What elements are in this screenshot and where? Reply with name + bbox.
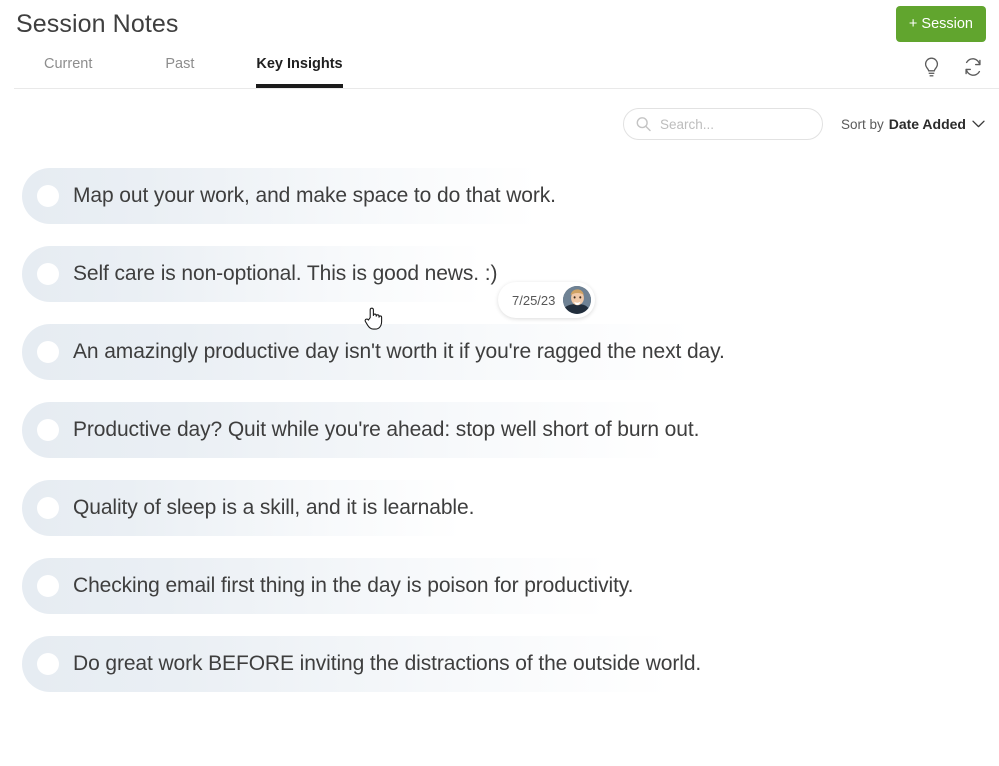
insight-text: Productive day? Quit while you're ahead:…: [73, 418, 700, 441]
list-item[interactable]: Self care is non-optional. This is good …: [0, 246, 999, 318]
insight-date: 7/25/23: [512, 292, 556, 308]
search-input[interactable]: [622, 108, 823, 140]
list-toolbar: Sort by Date Added: [622, 108, 985, 140]
insight-text: Map out your work, and make space to do …: [73, 184, 556, 207]
tab-bar: Current Past Key Insights: [14, 56, 343, 88]
header-icon-group: [919, 54, 985, 80]
insight-bullet-toggle[interactable]: [37, 653, 59, 675]
add-session-button[interactable]: + Session: [895, 6, 986, 42]
insight-bullet-toggle[interactable]: [37, 419, 59, 441]
insight-bullet-toggle[interactable]: [37, 263, 59, 285]
list-item[interactable]: An amazingly productive day isn't worth …: [0, 324, 999, 380]
insight-pill[interactable]: Self care is non-optional. This is good …: [22, 246, 524, 302]
sync-icon[interactable]: [961, 54, 985, 80]
header-divider: [14, 88, 999, 89]
insight-bullet-toggle[interactable]: [37, 341, 59, 363]
sort-by-value: Date Added: [888, 116, 966, 132]
search-field: [622, 108, 823, 140]
insight-pill[interactable]: Do great work BEFORE inviting the distra…: [22, 636, 728, 692]
insight-bullet-toggle[interactable]: [37, 497, 59, 519]
sort-by-control[interactable]: Sort by Date Added: [841, 116, 985, 132]
avatar: [563, 286, 592, 314]
key-insights-list: Map out your work, and make space to do …: [0, 168, 999, 714]
insight-bullet-toggle[interactable]: [37, 575, 59, 597]
chevron-down-icon: [972, 120, 985, 128]
list-item[interactable]: Quality of sleep is a skill, and it is l…: [0, 480, 999, 536]
page-title: Session Notes: [16, 10, 179, 38]
insight-meta-badge: 7/25/23: [498, 282, 596, 318]
tab-key-insights[interactable]: Key Insights: [256, 56, 343, 88]
tab-past[interactable]: Past: [165, 56, 194, 88]
insight-text: Checking email first thing in the day is…: [73, 574, 634, 597]
insight-text: An amazingly productive day isn't worth …: [73, 340, 725, 363]
insight-pill[interactable]: Map out your work, and make space to do …: [22, 168, 582, 224]
insight-pill[interactable]: Checking email first thing in the day is…: [22, 558, 660, 614]
list-item[interactable]: Map out your work, and make space to do …: [0, 168, 999, 224]
insight-pill[interactable]: Productive day? Quit while you're ahead:…: [22, 402, 726, 458]
insight-pill[interactable]: An amazingly productive day isn't worth …: [22, 324, 751, 380]
list-item[interactable]: Do great work BEFORE inviting the distra…: [0, 636, 999, 692]
list-item[interactable]: Productive day? Quit while you're ahead:…: [0, 402, 999, 458]
sort-by-label: Sort by: [840, 116, 884, 132]
insight-text: Quality of sleep is a skill, and it is l…: [73, 496, 475, 519]
list-item[interactable]: Checking email first thing in the day is…: [0, 558, 999, 614]
insight-pill[interactable]: Quality of sleep is a skill, and it is l…: [22, 480, 501, 536]
insight-text: Do great work BEFORE inviting the distra…: [73, 652, 702, 675]
tab-current[interactable]: Current: [44, 56, 92, 88]
insight-bullet-toggle[interactable]: [37, 185, 59, 207]
insight-text: Self care is non-optional. This is good …: [73, 262, 498, 285]
lightbulb-icon[interactable]: [919, 54, 943, 80]
